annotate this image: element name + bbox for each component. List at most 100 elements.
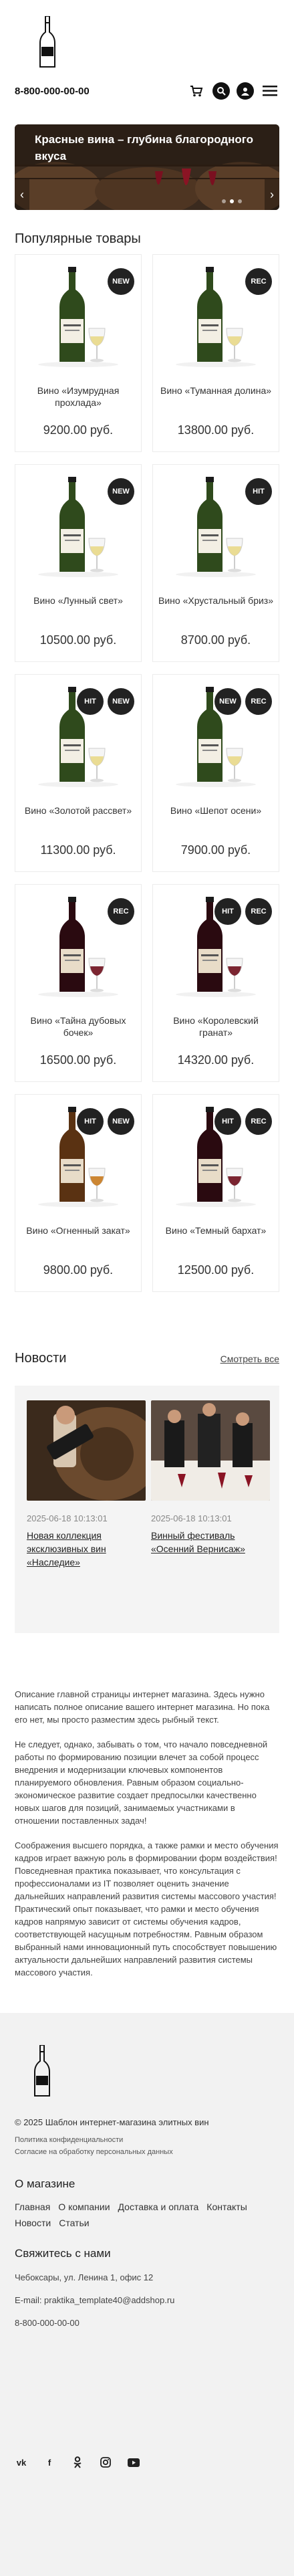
news-date: 2025-06-18 10:13:01 xyxy=(151,1513,232,1523)
social-links: vk f xyxy=(15,2456,140,2469)
product-price: 9800.00 руб. xyxy=(43,1263,114,1277)
news-list: 2025-06-18 10:13:01 Новая коллекция экск… xyxy=(15,1386,279,1633)
product-price: 9200.00 руб. xyxy=(43,423,114,437)
product-price: 14320.00 руб. xyxy=(177,1053,255,1067)
product-badges: NEW xyxy=(108,478,134,505)
product-badge: NEW xyxy=(108,1108,134,1135)
products-title: Популярные товары xyxy=(15,231,141,246)
product-badge: NEW xyxy=(108,688,134,715)
instagram-icon[interactable] xyxy=(99,2456,112,2469)
product-badge: REC xyxy=(245,268,272,295)
description-paragraph: Описание главной страницы интернет магаз… xyxy=(15,1689,270,1725)
product-card[interactable]: HIT NEW Вино «Золотой рассвет» 11300.00 руб… xyxy=(15,674,142,872)
news-card[interactable]: 2025-06-18 10:13:01 Новая коллекция экск… xyxy=(27,1400,160,1569)
product-badges: NEW xyxy=(108,268,134,295)
banner-title: Красные вина – глубина благородного вкус… xyxy=(35,133,254,163)
product-badges: HIT REC xyxy=(214,1108,272,1135)
banner-dot[interactable] xyxy=(222,199,226,203)
product-badges: REC xyxy=(108,898,134,925)
news-link[interactable]: Винный фестиваль «Осенний Вернисаж» xyxy=(151,1529,270,1555)
product-card[interactable]: HIT NEW Вино «Огненный закат» 9800.00 руб. xyxy=(15,1094,142,1292)
footer-link-home[interactable]: Главная xyxy=(15,2202,50,2212)
product-badges: HIT NEW xyxy=(77,1108,134,1135)
footer-contact-title: Свяжитесь с нами xyxy=(15,2247,111,2260)
cart-icon[interactable] xyxy=(187,82,206,100)
footer-phone[interactable]: 8-800-000-00-00 xyxy=(15,2318,80,2328)
product-card[interactable]: REC Вино «Туманная долина» 13800.00 руб. xyxy=(152,254,279,452)
product-name[interactable]: Вино «Золотой рассвет» xyxy=(21,804,136,817)
product-name[interactable]: Вино «Королевский гранат» xyxy=(158,1014,273,1039)
header-phone[interactable]: 8-800-000-00-00 xyxy=(15,86,90,97)
product-badges: NEW REC xyxy=(214,688,272,715)
product-name[interactable]: Вино «Изумрудная прохлада» xyxy=(21,385,136,409)
product-name[interactable]: Вино «Шепот осени» xyxy=(158,804,273,817)
news-date: 2025-06-18 10:13:01 xyxy=(27,1513,108,1523)
product-name[interactable]: Вино «Хрустальный бриз» xyxy=(158,595,273,607)
footer-email[interactable]: E-mail: praktika_template40@addshop.ru xyxy=(15,2295,174,2305)
odnoklassniki-icon[interactable] xyxy=(71,2456,84,2469)
footer-logo-icon[interactable] xyxy=(33,2045,51,2097)
footer-link-articles[interactable]: Статьи xyxy=(59,2218,89,2228)
site-header: 8-800-000-00-00 xyxy=(0,0,294,115)
description-paragraph: Не следует, однако, забывать о том, что … xyxy=(15,1739,268,1826)
footer-nav: Главная О компании Доставка и оплата Кон… xyxy=(15,2202,279,2228)
product-price: 13800.00 руб. xyxy=(177,423,255,437)
product-name[interactable]: Вино «Темный бархат» xyxy=(158,1224,273,1237)
product-price: 12500.00 руб. xyxy=(177,1263,255,1277)
news-header: Новости Смотреть все xyxy=(15,1351,279,1366)
product-badges: HIT REC xyxy=(214,898,272,925)
footer-link-news[interactable]: Новости xyxy=(15,2218,51,2228)
product-card[interactable]: HIT Вино «Хрустальный бриз» 8700.00 руб. xyxy=(152,464,279,662)
product-card[interactable]: HIT REC Вино «Темный бархат» 12500.00 руб. xyxy=(152,1094,279,1292)
product-badge: REC xyxy=(245,898,272,925)
product-badges: HIT xyxy=(245,478,272,505)
user-icon[interactable] xyxy=(237,82,254,100)
product-card[interactable]: REC Вино «Тайна дубовых бочек» 16500.00 ру… xyxy=(15,884,142,1082)
search-icon[interactable] xyxy=(212,82,230,100)
news-image[interactable] xyxy=(27,1400,160,1501)
menu-icon[interactable] xyxy=(261,82,279,100)
product-name[interactable]: Вино «Лунный свет» xyxy=(21,595,136,607)
product-badge: REC xyxy=(245,1108,272,1135)
product-name[interactable]: Вино «Тайна дубовых бочек» xyxy=(21,1014,136,1039)
footer-copyright: © 2025 Шаблон интернет-магазина элитных … xyxy=(15,2117,209,2127)
news-card[interactable]: 2025-06-18 10:13:01 Винный фестиваль «Ос… xyxy=(151,1400,270,1555)
product-badge: NEW xyxy=(214,688,241,715)
footer-link-delivery[interactable]: Доставка и оплата xyxy=(118,2202,199,2212)
privacy-link[interactable]: Политика конфиденциальности xyxy=(15,2136,123,2144)
product-badge: HIT xyxy=(77,688,104,715)
product-price: 16500.00 руб. xyxy=(39,1053,117,1067)
product-badges: HIT NEW xyxy=(77,688,134,715)
news-title: Новости xyxy=(15,1351,67,1366)
news-all-link[interactable]: Смотреть все xyxy=(220,1354,279,1364)
news-image[interactable] xyxy=(151,1400,270,1501)
logo-icon[interactable] xyxy=(39,16,56,68)
product-card[interactable]: HIT REC Вино «Королевский гранат» 14320.00 … xyxy=(152,884,279,1082)
product-price: 10500.00 руб. xyxy=(39,633,117,647)
product-card[interactable]: NEW REC Вино «Шепот осени» 7900.00 руб. xyxy=(152,674,279,872)
product-card[interactable]: NEW Вино «Изумрудная прохлада» 9200.00 руб… xyxy=(15,254,142,452)
news-link[interactable]: Новая коллекция эксклюзивных вин «Наслед… xyxy=(27,1529,146,1569)
facebook-icon[interactable]: f xyxy=(43,2456,56,2469)
product-card[interactable]: NEW Вино «Лунный свет» 10500.00 руб. xyxy=(15,464,142,662)
product-badge: HIT xyxy=(245,478,272,505)
footer-link-contacts[interactable]: Контакты xyxy=(206,2202,247,2212)
product-badge: REC xyxy=(245,688,272,715)
hero-banner[interactable]: Красные вина – глубина благородного вкус… xyxy=(15,124,279,210)
product-name[interactable]: Вино «Туманная долина» xyxy=(158,385,273,397)
banner-prev-button[interactable]: ‹ xyxy=(15,179,29,210)
product-name[interactable]: Вино «Огненный закат» xyxy=(21,1224,136,1237)
banner-dot[interactable] xyxy=(238,199,242,203)
product-badge: HIT xyxy=(77,1108,104,1135)
vk-icon[interactable]: vk xyxy=(15,2456,28,2469)
product-price: 7900.00 руб. xyxy=(180,843,251,857)
product-price: 11300.00 руб. xyxy=(40,843,116,857)
product-badge: HIT xyxy=(214,898,241,925)
youtube-icon[interactable] xyxy=(127,2456,140,2469)
banner-dot[interactable] xyxy=(230,199,234,203)
banner-next-button[interactable]: › xyxy=(265,179,279,210)
product-badge: NEW xyxy=(108,478,134,505)
consent-link[interactable]: Согласие на обработку персональных данны… xyxy=(15,2148,173,2156)
product-badge: REC xyxy=(108,898,134,925)
footer-link-about[interactable]: О компании xyxy=(58,2202,110,2212)
